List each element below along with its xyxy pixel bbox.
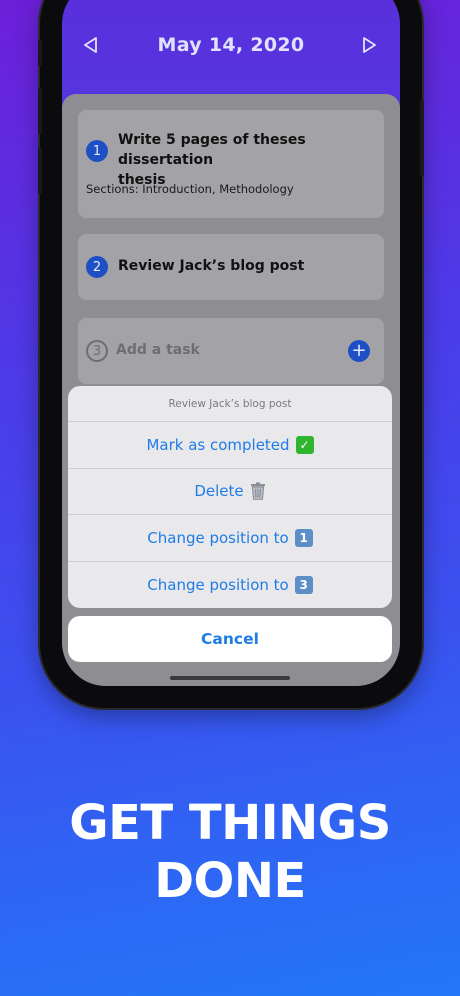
task-card[interactable]: 1 Write 5 pages of theses dissertation t…: [78, 110, 384, 218]
add-task-input[interactable]: Add a task: [116, 342, 200, 358]
option-label: Change position to: [147, 528, 289, 547]
task-sections: Sections: Introduction, Methodology: [86, 182, 294, 196]
volume-up-button: [38, 88, 42, 134]
phone-screen: May 14, 2020 1 Write 5 pages of theses d…: [62, 0, 400, 686]
delete-button[interactable]: Delete: [68, 469, 392, 515]
action-sheet-title: Review Jack’s blog post: [68, 386, 392, 422]
triangle-right-icon: [363, 37, 376, 53]
home-indicator: [170, 676, 290, 680]
keycap-1-icon: 1: [294, 528, 313, 547]
add-task-card[interactable]: 3 Add a task +: [78, 318, 384, 384]
date-header: May 14, 2020: [62, 0, 400, 90]
tagline-line: GET THINGS: [69, 795, 391, 851]
task-number-badge: 2: [86, 256, 108, 278]
option-label: Delete: [194, 482, 244, 501]
trash-icon: [250, 482, 265, 501]
mute-switch: [38, 40, 42, 66]
next-day-button[interactable]: [360, 36, 378, 54]
option-label: Mark as completed: [146, 435, 290, 454]
add-task-plus-icon[interactable]: +: [348, 340, 370, 362]
power-button: [420, 100, 424, 176]
task-title: Review Jack’s blog post: [118, 258, 305, 274]
date-title: May 14, 2020: [157, 34, 305, 56]
task-card[interactable]: 2 Review Jack’s blog post: [78, 234, 384, 300]
tagline-line: DONE: [154, 853, 306, 909]
change-position-3-button[interactable]: Change position to 3: [68, 562, 392, 609]
volume-down-button: [38, 148, 42, 194]
tagline: GET THINGS DONE: [0, 794, 460, 910]
task-title-line: Write 5 pages of theses dissertation: [118, 132, 306, 168]
action-sheet: Review Jack’s blog post Mark as complete…: [68, 386, 392, 608]
keycap-3-icon: 3: [294, 575, 313, 594]
task-number-badge: 1: [86, 140, 108, 162]
mark-completed-button[interactable]: Mark as completed ✓: [68, 422, 392, 469]
option-label: Change position to: [147, 575, 289, 594]
add-task-number-badge: 3: [86, 340, 108, 362]
task-title: Write 5 pages of theses dissertation the…: [118, 130, 384, 190]
check-mark-icon: ✓: [295, 435, 314, 454]
change-position-1-button[interactable]: Change position to 1: [68, 515, 392, 562]
cancel-button[interactable]: Cancel: [68, 616, 392, 662]
